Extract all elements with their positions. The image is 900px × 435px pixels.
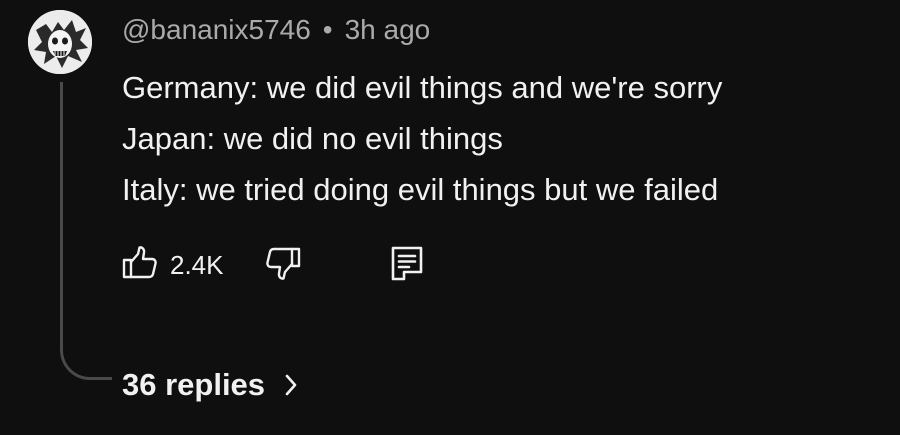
like-button[interactable]: 2.4K bbox=[120, 243, 224, 287]
reply-button[interactable] bbox=[388, 243, 426, 287]
meta-separator: • bbox=[322, 14, 333, 45]
thread-line bbox=[60, 82, 112, 380]
comment-body: Germany: we did evil things and we're so… bbox=[122, 62, 722, 215]
view-replies-button[interactable]: 36 replies bbox=[122, 362, 299, 408]
thumbs-up-icon bbox=[120, 243, 160, 288]
comment-meta: @bananix5746 • 3h ago bbox=[122, 12, 430, 48]
thumbs-down-icon bbox=[263, 243, 303, 288]
replies-count-label: 36 replies bbox=[122, 367, 266, 402]
reply-comment-icon bbox=[388, 243, 426, 288]
dislike-button[interactable] bbox=[263, 243, 303, 287]
comment-text-line: Japan: we did no evil things bbox=[122, 121, 503, 156]
comment-text-line: Italy: we tried doing evil things but we… bbox=[122, 172, 719, 207]
chevron-right-icon bbox=[283, 372, 299, 398]
comment-text-line: Germany: we did evil things and we're so… bbox=[122, 70, 723, 105]
like-count: 2.4K bbox=[170, 249, 224, 280]
avatar[interactable] bbox=[28, 10, 92, 74]
author-handle[interactable]: @bananix5746 bbox=[122, 14, 311, 45]
comment-timestamp: 3h ago bbox=[344, 14, 431, 45]
comment-actions: 2.4K bbox=[120, 243, 440, 287]
